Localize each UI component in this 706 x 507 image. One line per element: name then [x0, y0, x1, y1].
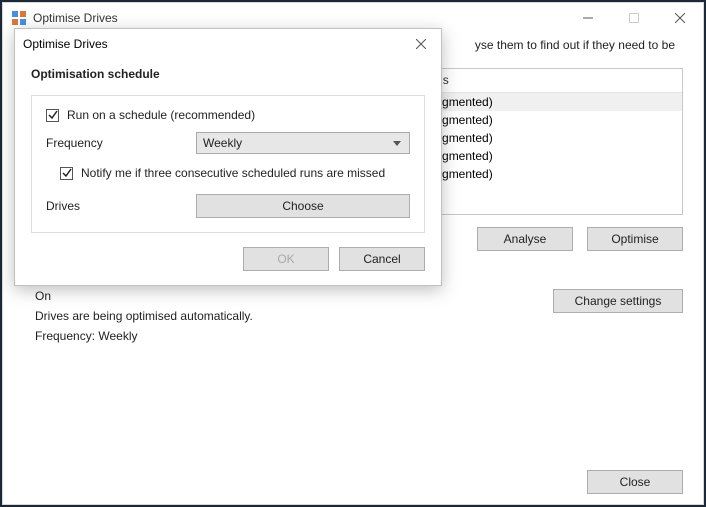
dialog-heading: Optimisation schedule	[31, 67, 425, 81]
frequency-select[interactable]: Weekly	[196, 132, 410, 154]
drives-label: Drives	[46, 199, 196, 213]
change-settings-button[interactable]: Change settings	[553, 289, 683, 313]
run-schedule-checkbox[interactable]	[46, 109, 59, 122]
scheduled-status: On	[35, 289, 539, 303]
minimize-button[interactable]	[565, 3, 611, 33]
notify-checkbox[interactable]	[60, 167, 73, 180]
choose-drives-button[interactable]: Choose	[196, 194, 410, 218]
window-buttons	[565, 3, 703, 33]
schedule-group: Run on a schedule (recommended) Frequenc…	[31, 95, 425, 233]
close-button[interactable]	[657, 3, 703, 33]
ok-button[interactable]: OK	[243, 247, 329, 271]
dialog-title: Optimise Drives	[23, 37, 108, 51]
scheduled-desc: Drives are being optimised automatically…	[35, 309, 539, 323]
window-title: Optimise Drives	[33, 11, 118, 25]
run-schedule-label: Run on a schedule (recommended)	[67, 108, 255, 122]
close-window-button[interactable]: Close	[587, 470, 683, 494]
schedule-dialog: Optimise Drives Optimisation schedule Ru…	[14, 28, 442, 286]
maximize-button[interactable]	[611, 3, 657, 33]
dialog-close-button[interactable]	[409, 32, 433, 56]
cancel-button[interactable]: Cancel	[339, 247, 425, 271]
notify-label: Notify me if three consecutive scheduled…	[81, 166, 385, 180]
frequency-value: Weekly	[203, 136, 242, 150]
scheduled-frequency: Frequency: Weekly	[35, 329, 539, 343]
analyse-button[interactable]: Analyse	[477, 227, 573, 251]
optimise-button[interactable]: Optimise	[587, 227, 683, 251]
dialog-titlebar: Optimise Drives	[15, 29, 441, 59]
frequency-label: Frequency	[46, 136, 196, 150]
defrag-icon	[11, 10, 27, 26]
